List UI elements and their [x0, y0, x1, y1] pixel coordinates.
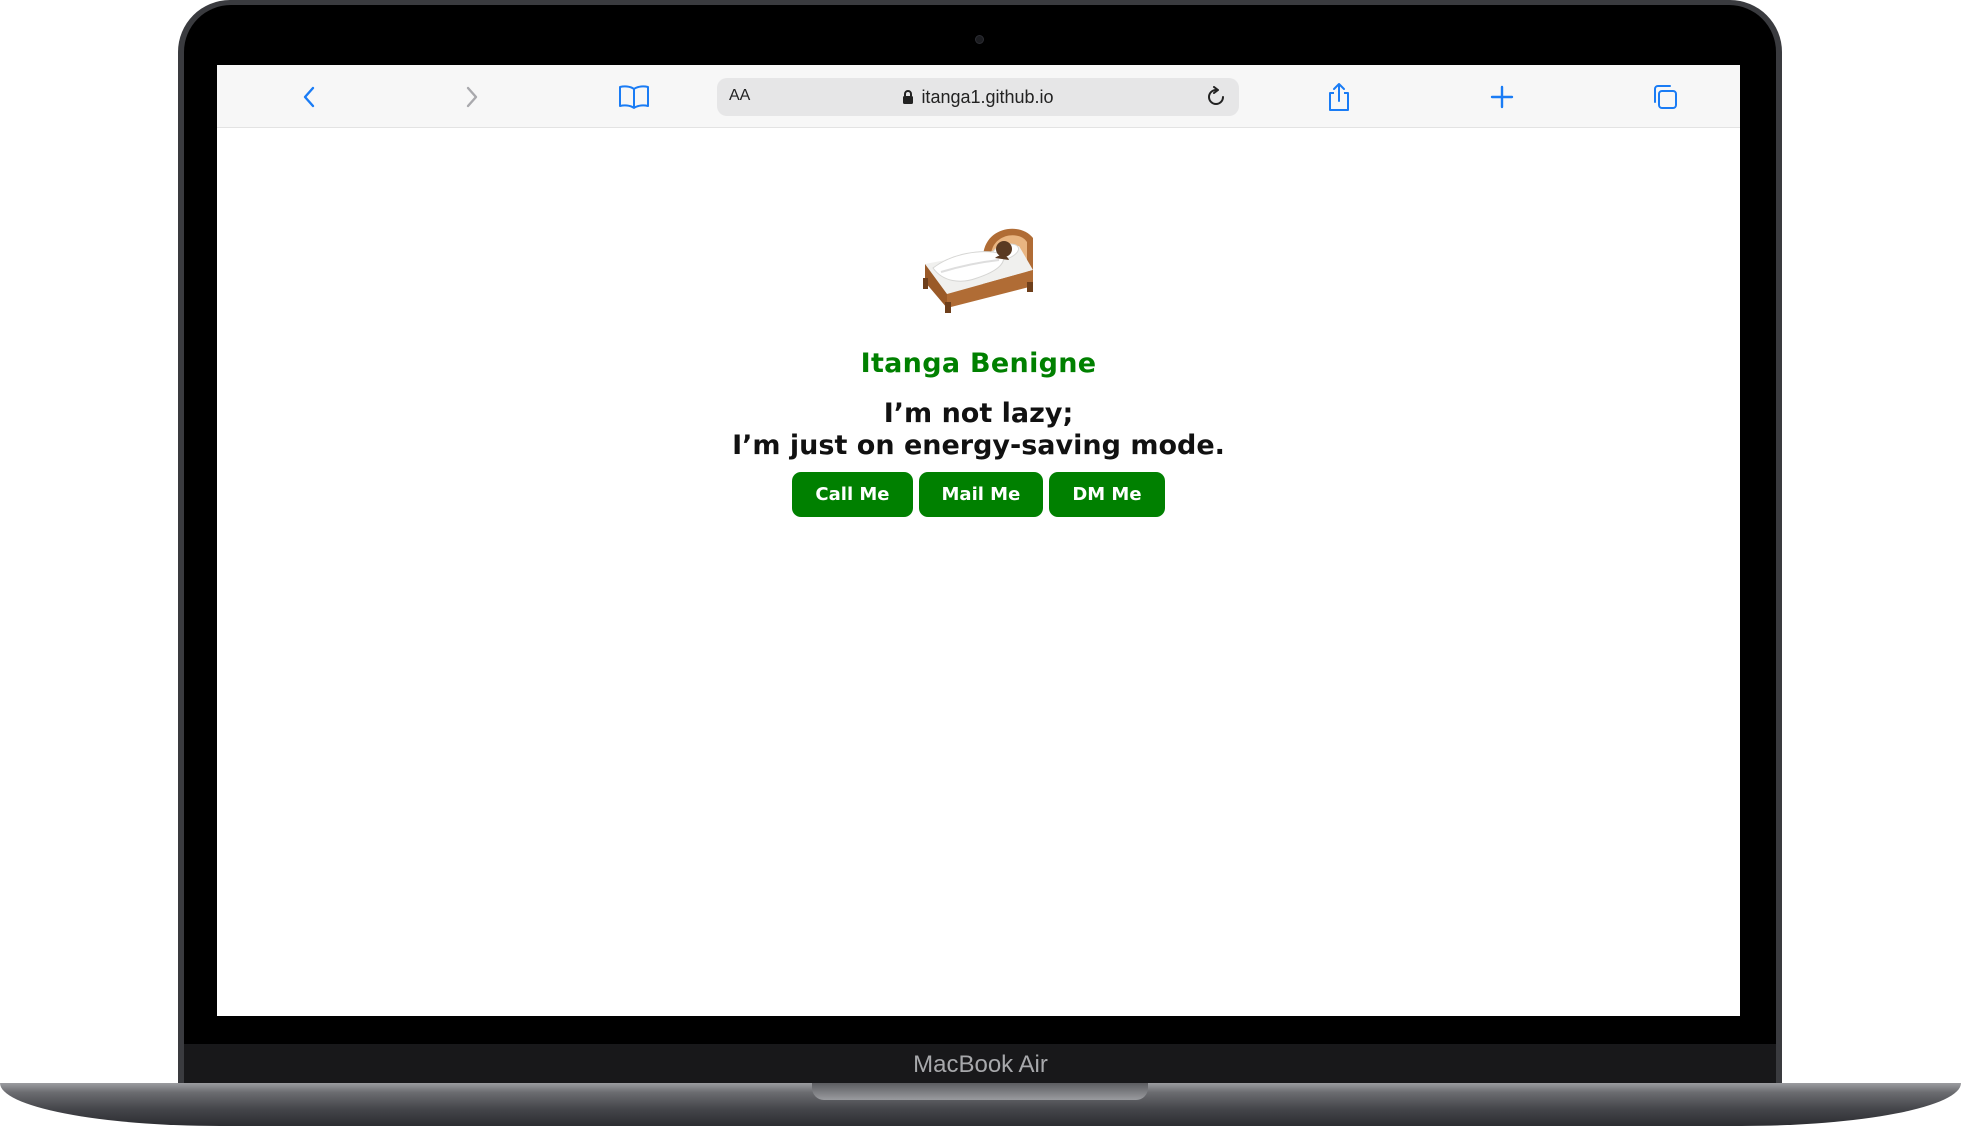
plus-icon	[1490, 85, 1514, 109]
tagline-line-1: I’m not lazy;	[883, 398, 1074, 429]
book-icon	[619, 85, 649, 109]
camera	[975, 35, 984, 44]
profile-name: Itanga Benigne	[860, 348, 1097, 379]
tabs-overview-button[interactable]	[1645, 77, 1685, 117]
mail-me-button[interactable]: Mail Me	[918, 472, 1044, 517]
url-container: itanga1.github.io	[717, 78, 1239, 116]
call-me-button[interactable]: Call Me	[792, 472, 913, 517]
chevron-right-icon	[466, 86, 478, 108]
forward-button[interactable]	[451, 77, 491, 117]
lock-icon	[903, 90, 914, 104]
laptop-notch	[812, 1083, 1148, 1100]
tabs-icon	[1654, 85, 1677, 109]
browser-window: AA itanga1.github.io Itanga Benigne I’m …	[217, 65, 1740, 1016]
tagline: I’m not lazy; I’m just on energy-saving …	[732, 398, 1225, 462]
tagline-line-2: I’m just on energy-saving mode.	[732, 430, 1225, 461]
url-text: itanga1.github.io	[921, 86, 1054, 107]
share-button[interactable]	[1319, 77, 1359, 117]
person-in-bed-icon	[922, 228, 1033, 313]
page-content: Itanga Benigne I’m not lazy; I’m just on…	[217, 128, 1740, 517]
bookmarks-button[interactable]	[614, 77, 654, 117]
reload-icon[interactable]	[1205, 86, 1227, 108]
device-label: MacBook Air	[913, 1051, 1048, 1078]
dm-me-button[interactable]: DM Me	[1049, 472, 1165, 517]
share-icon	[1329, 83, 1349, 111]
contact-buttons: Call Me Mail Me DM Me	[792, 472, 1165, 517]
chevron-left-icon	[303, 86, 315, 108]
device-mockup: MacBook Air AA itanga1.github.io Itanga …	[0, 0, 1961, 1126]
new-tab-button[interactable]	[1482, 77, 1522, 117]
back-button[interactable]	[290, 77, 330, 117]
address-bar[interactable]: AA itanga1.github.io	[717, 78, 1239, 116]
browser-toolbar: AA itanga1.github.io	[217, 65, 1740, 128]
